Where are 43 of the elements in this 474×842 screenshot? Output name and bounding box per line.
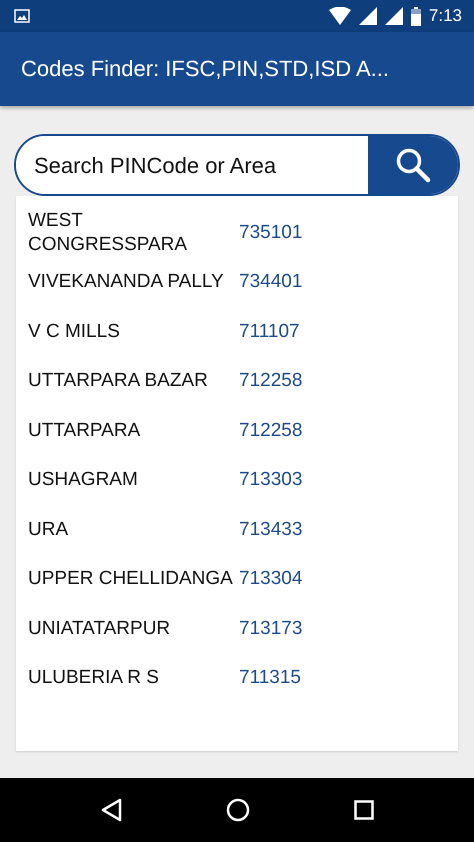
pin-code: 712258 [239, 369, 302, 393]
search-icon [395, 147, 431, 183]
result-row[interactable]: UNIATATARPUR 713173 [16, 604, 458, 654]
pin-code: 712258 [239, 418, 302, 442]
result-row[interactable]: UTTARPARA BAZAR 712258 [16, 356, 458, 406]
result-row[interactable]: USHAGRAM 713303 [16, 456, 458, 505]
area-name: UNIATATARPUR [28, 616, 172, 641]
area-name: URA [28, 518, 70, 542]
battery-icon [410, 6, 421, 26]
area-name: VIVEKANANDA PALLY [28, 270, 225, 294]
recents-icon[interactable] [354, 800, 374, 820]
pin-code: 713304 [239, 567, 302, 591]
pin-code: 711315 [239, 666, 301, 690]
pin-code: 713303 [239, 468, 302, 492]
result-row[interactable]: UTTARPARA 712258 [16, 406, 458, 456]
result-row[interactable]: WEST CONGRESSPARA 735101 [16, 208, 458, 258]
pin-code: 713173 [239, 616, 302, 640]
pin-code: 734401 [239, 270, 302, 294]
area-name: UPPER CHELLIDANGA [28, 567, 234, 592]
signal-icon [384, 7, 403, 25]
area-name: USHAGRAM [28, 468, 139, 492]
result-row[interactable]: URA 713433 [16, 505, 458, 554]
area-name: UTTARPARA BAZAR [28, 369, 209, 394]
home-icon[interactable] [226, 798, 250, 822]
result-row[interactable]: VIVEKANANDA PALLY 734401 [16, 258, 458, 307]
area-name: V C MILLS [28, 320, 121, 344]
result-row[interactable]: ULUBERIA R S 711315 [16, 654, 458, 703]
result-row[interactable]: UPPER CHELLIDANGA 713304 [16, 554, 458, 604]
pin-code: 711107 [239, 320, 300, 344]
result-row[interactable]: V C MILLS 711107 [16, 307, 458, 356]
app-title: Codes Finder: IFSC,PIN,STD,ISD A... [21, 56, 389, 82]
area-name: UTTARPARA [28, 418, 142, 443]
search-field[interactable]: Search PINCode or Area [14, 134, 460, 196]
pin-code: 735101 [239, 220, 302, 244]
status-time: 7:13 [428, 5, 462, 28]
back-icon[interactable] [100, 798, 122, 822]
area-name: WEST CONGRESSPARA [28, 208, 188, 257]
wifi-icon [328, 7, 351, 25]
image-icon [14, 9, 30, 23]
area-name: ULUBERIA R S [28, 666, 160, 690]
pin-code: 713433 [239, 518, 302, 542]
search-button[interactable] [368, 136, 458, 194]
signal-icon [358, 7, 377, 25]
